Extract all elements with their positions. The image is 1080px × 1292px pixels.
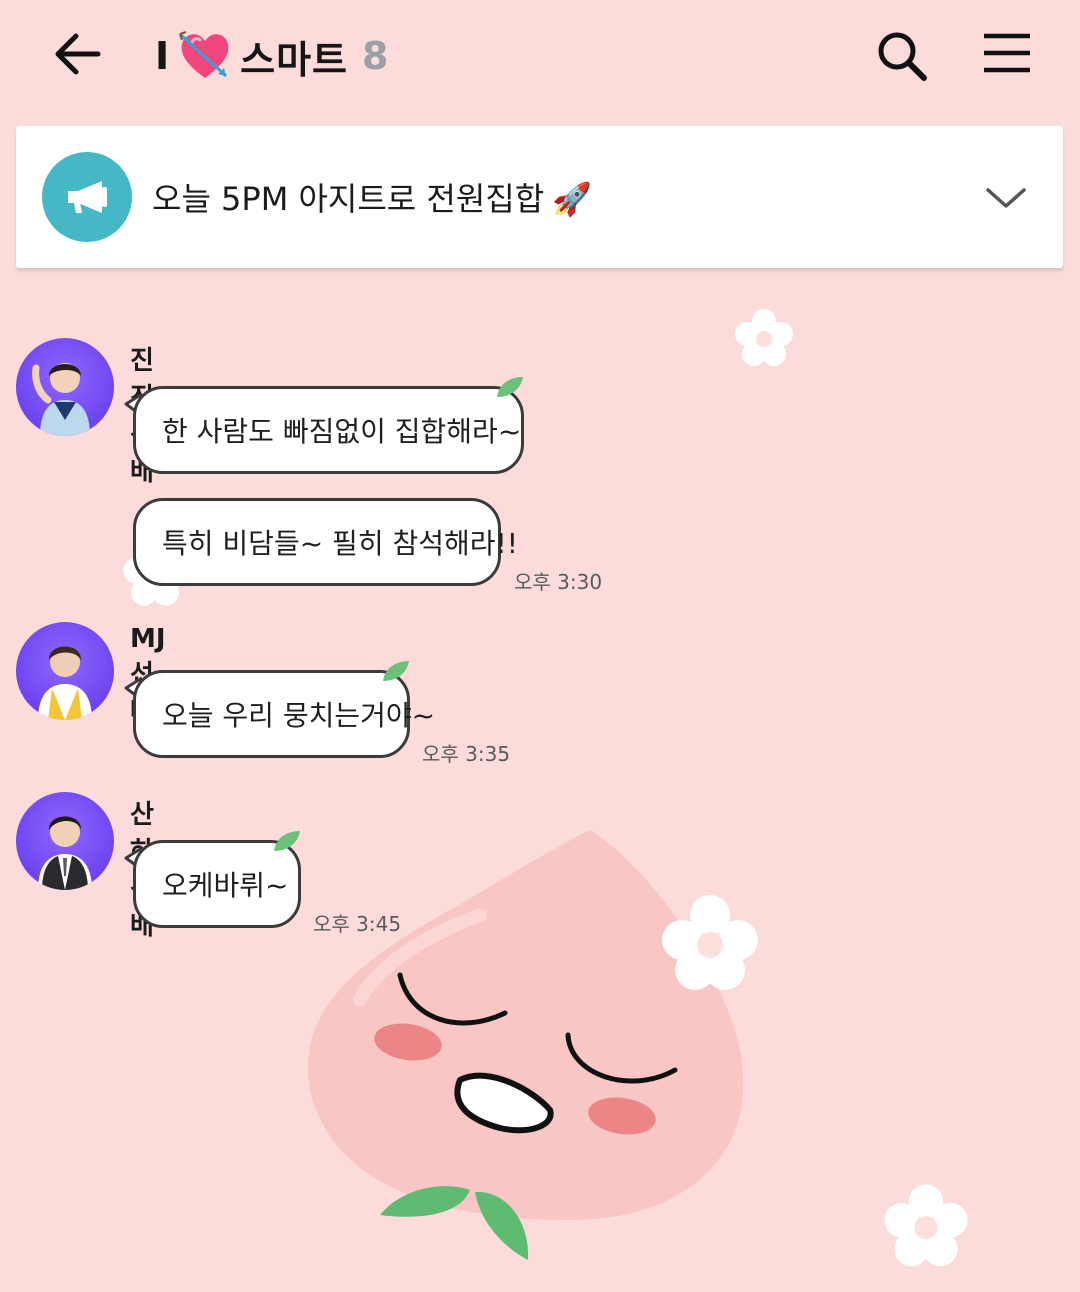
message-time: 오후 3:35 [422,742,511,766]
notice-icon-circle [42,152,132,242]
flower-decoration-icon [735,309,793,366]
leaf-icon [497,377,523,397]
avatar[interactable] [16,622,114,720]
top-bar: I 스마트 8 [0,0,1080,110]
title-prefix: I [155,34,171,78]
notice-banner[interactable]: 오늘 5PM 아지트로 전원집합 🚀 [16,126,1063,268]
heart-arrow-icon [176,28,234,84]
leaf-icon [274,831,300,851]
expand-notice-button[interactable] [982,174,1030,222]
message-text: 오늘 우리 뭉치는거야~ [162,699,436,732]
hamburger-menu-icon [984,33,1030,73]
search-button[interactable] [872,26,932,86]
title-name: 스마트 [240,37,349,82]
member-count: 8 [362,34,389,78]
message-time: 오후 3:30 [514,570,603,594]
avatar[interactable] [16,338,114,436]
message-text: 특히 비담들~ 필히 참석해라!! [162,527,518,560]
arrow-left-icon [55,33,101,75]
megaphone-icon [68,181,107,213]
message-time: 오후 3:45 [313,912,402,936]
notice-message: 오늘 5PM 아지트로 전원집합 [152,180,545,218]
message-text: 오케바뤼~ [162,869,289,902]
menu-button[interactable] [978,26,1038,86]
chevron-down-icon [986,188,1026,208]
chat-title: I 스마트 8 [155,28,388,84]
leaf-icon [383,661,409,681]
peach-character-illustration [307,830,758,1260]
message-bubble[interactable]: 한 사람도 빠짐없이 집합해라~ [133,377,524,474]
avatar[interactable] [16,792,114,890]
notice-text: 오늘 5PM 아지트로 전원집합 🚀 [152,174,592,220]
flower-decoration-icon [884,1184,968,1267]
back-button[interactable] [48,24,108,84]
search-icon [878,32,927,81]
message-text: 한 사람도 빠짐없이 집합해라~ [162,415,522,448]
rocket-emoji: 🚀 [552,180,593,218]
message-bubble[interactable]: 오케바뤼~ [133,831,301,928]
message-bubble[interactable]: 특히 비담들~ 필히 참석해라!! [133,498,518,586]
message-bubble[interactable]: 오늘 우리 뭉치는거야~ [133,661,435,758]
